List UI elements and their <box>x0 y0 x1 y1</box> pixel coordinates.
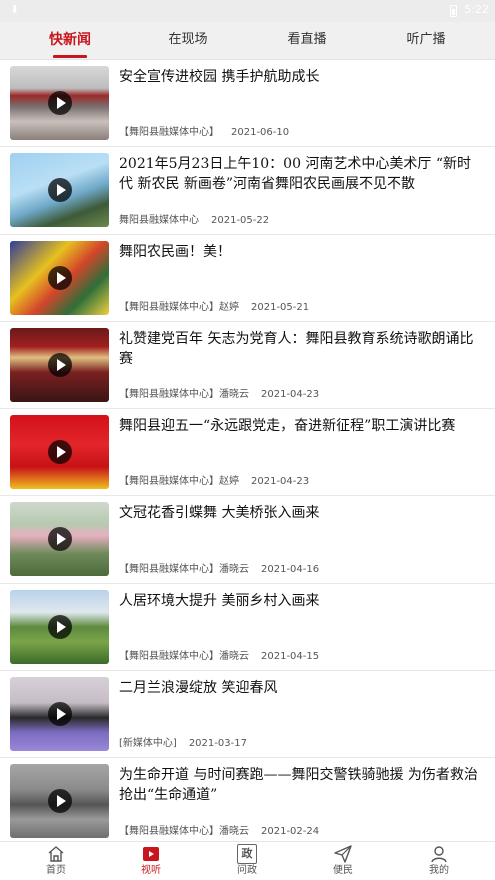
send-icon <box>334 845 352 863</box>
news-item[interactable]: 2021年5月23日上午10：00 河南艺术中心美术厅 “新时代 新农民 新画卷… <box>0 147 495 235</box>
news-thumbnail <box>10 764 109 839</box>
news-date: 2021-02-24 <box>261 825 320 837</box>
news-thumbnail <box>10 677 109 752</box>
user-icon <box>431 846 447 863</box>
news-meta: 舞阳县融媒体中心 2021-05-22 <box>119 211 269 226</box>
home-icon <box>48 846 64 862</box>
news-date: 2021-04-15 <box>261 651 320 663</box>
play-icon <box>47 352 72 377</box>
nav-mine-label: 我的 <box>429 865 449 876</box>
news-title[interactable]: 人居环境大提升 美丽乡村入画来 <box>119 591 481 611</box>
battery-icon <box>450 5 457 17</box>
news-date: 2021-05-22 <box>211 214 270 226</box>
news-meta: 【舞阳县融媒体中心】赵婷 2021-05-21 <box>119 298 309 313</box>
play-icon <box>47 91 72 115</box>
news-source: 【舞阳县融媒体中心】潘晓云 <box>119 825 249 837</box>
news-meta: 【舞阳县融媒体中心】潘晓云 2021-04-16 <box>119 560 319 575</box>
play-icon <box>47 440 72 465</box>
news-meta: 【舞阳县融媒体中心】 2021-06-10 <box>119 123 289 138</box>
bottom-nav: 首页 视听 政 问政 便民 我的 <box>0 841 495 880</box>
category-tabs: 快新闻 在现场 看直播 听广播 <box>0 22 495 60</box>
news-source: [新媒体中心] <box>119 738 177 750</box>
news-item[interactable]: 人居环境大提升 美丽乡村入画来 【舞阳县融媒体中心】潘晓云 2021-04-15 <box>0 584 495 672</box>
download-icon: ⬇ <box>10 3 20 16</box>
news-source: 【舞阳县融媒体中心】赵婷 <box>119 476 239 488</box>
news-source: 【舞阳县融媒体中心】赵婷 <box>119 301 239 313</box>
news-thumbnail <box>10 502 109 577</box>
news-item[interactable]: 二月兰浪漫绽放 笑迎春风 [新媒体中心] 2021-03-17 <box>0 671 495 759</box>
nav-video[interactable]: 视听 <box>121 844 181 880</box>
news-item[interactable]: 为生命开道 与时间赛跑——舞阳交警铁骑驰援 为伤者救治抢出“生命通道” 【舞阳县… <box>0 758 495 841</box>
news-source: 舞阳县融媒体中心 <box>119 214 199 226</box>
news-title[interactable]: 2021年5月23日上午10：00 河南艺术中心美术厅 “新时代 新农民 新画卷… <box>119 154 481 194</box>
tab-zaixianchang[interactable]: 在现场 <box>138 22 238 60</box>
play-icon <box>47 614 72 639</box>
news-source: 【舞阳县融媒体中心】潘晓云 <box>119 651 249 663</box>
news-item[interactable]: 舞阳县迎五一“永远跟党走，奋进新征程”职工演讲比赛 【舞阳县融媒体中心】赵婷 20… <box>0 409 495 497</box>
video-icon <box>143 847 159 861</box>
play-icon <box>47 527 72 552</box>
status-bar: ⬇ 5:22 <box>0 0 495 22</box>
play-icon <box>47 178 72 203</box>
news-source: 【舞阳县融媒体中心】潘晓云 <box>119 389 249 401</box>
nav-wenzheng[interactable]: 政 问政 <box>217 844 277 880</box>
news-thumbnail <box>10 327 109 402</box>
news-source: 【舞阳县融媒体中心】潘晓云 <box>119 563 249 575</box>
nav-home-label: 首页 <box>46 865 66 876</box>
news-title[interactable]: 安全宣传进校园 携手护航助成长 <box>119 67 481 87</box>
news-title[interactable]: 文冠花香引蝶舞 大美桥张入画来 <box>119 503 481 523</box>
news-item[interactable]: 礼赞建党百年 矢志为党育人：舞阳县教育系统诗歌朗诵比赛 【舞阳县融媒体中心】潘晓… <box>0 322 495 410</box>
news-item[interactable]: 舞阳农民画！美！ 【舞阳县融媒体中心】赵婷 2021-05-21 <box>0 235 495 322</box>
nav-video-label: 视听 <box>141 865 161 876</box>
news-list[interactable]: 安全宣传进校园 携手护航助成长 【舞阳县融媒体中心】 2021-06-10 202… <box>0 60 495 841</box>
news-thumbnail <box>10 415 109 490</box>
news-date: 2021-04-16 <box>261 563 320 575</box>
news-date: 2021-06-10 <box>231 127 290 139</box>
news-thumbnail <box>10 589 109 664</box>
news-date: 2021-04-23 <box>251 476 310 488</box>
news-title[interactable]: 为生命开道 与时间赛跑——舞阳交警铁骑驰援 为伤者救治抢出“生命通道” <box>119 765 481 805</box>
news-thumbnail <box>10 153 109 228</box>
play-icon <box>47 702 72 727</box>
nav-home[interactable]: 首页 <box>26 844 86 880</box>
tab-tingguangbo[interactable]: 听广播 <box>376 22 476 60</box>
news-title[interactable]: 舞阳农民画！美！ <box>119 242 481 262</box>
news-thumbnail <box>10 240 109 315</box>
news-source: 【舞阳县融媒体中心】 <box>119 127 219 139</box>
news-meta: 【舞阳县融媒体中心】潘晓云 2021-04-15 <box>119 647 319 662</box>
tab-kanzhibo[interactable]: 看直播 <box>257 22 357 60</box>
nav-bianmin[interactable]: 便民 <box>313 844 373 880</box>
news-thumbnail <box>10 66 109 140</box>
news-title[interactable]: 二月兰浪漫绽放 笑迎春风 <box>119 678 481 698</box>
status-time: 5:22 <box>464 3 489 16</box>
news-title[interactable]: 礼赞建党百年 矢志为党育人：舞阳县教育系统诗歌朗诵比赛 <box>119 329 481 369</box>
play-icon <box>47 265 72 290</box>
zheng-icon: 政 <box>237 844 257 864</box>
nav-mine[interactable]: 我的 <box>409 844 469 880</box>
news-date: 2021-03-17 <box>188 738 247 750</box>
news-meta: 【舞阳县融媒体中心】潘晓云 2021-02-24 <box>119 822 319 837</box>
news-item[interactable]: 文冠花香引蝶舞 大美桥张入画来 【舞阳县融媒体中心】潘晓云 2021-04-16 <box>0 496 495 584</box>
nav-wenzheng-label: 问政 <box>237 865 257 876</box>
news-meta: 【舞阳县融媒体中心】赵婷 2021-04-23 <box>119 472 309 487</box>
play-icon <box>47 789 72 814</box>
active-tab-indicator <box>53 55 87 58</box>
news-meta: [新媒体中心] 2021-03-17 <box>119 734 247 749</box>
news-meta: 【舞阳县融媒体中心】潘晓云 2021-04-23 <box>119 385 319 400</box>
news-title[interactable]: 舞阳县迎五一“永远跟党走，奋进新征程”职工演讲比赛 <box>119 416 481 436</box>
nav-bianmin-label: 便民 <box>333 865 353 876</box>
news-date: 2021-04-23 <box>261 389 320 401</box>
news-date: 2021-05-21 <box>251 301 310 313</box>
news-item[interactable]: 安全宣传进校园 携手护航助成长 【舞阳县融媒体中心】 2021-06-10 <box>0 60 495 148</box>
